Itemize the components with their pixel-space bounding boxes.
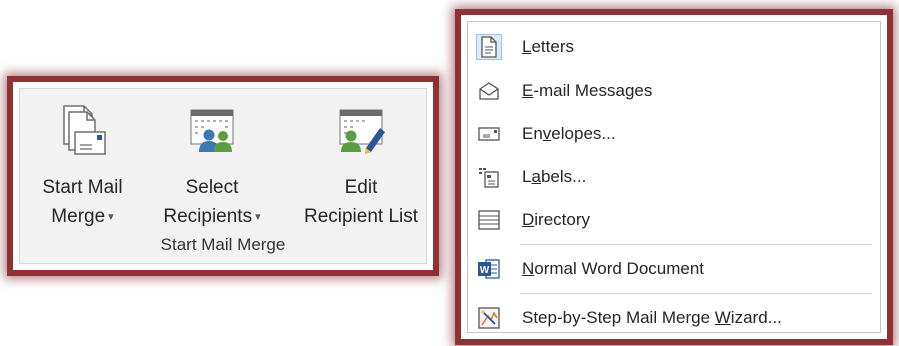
- menu-item-label: E-mail Messages: [522, 81, 653, 100]
- menu-item-email-messages[interactable]: E-mail Messages: [468, 70, 880, 112]
- select-recipients-button[interactable]: Select Recipients ▾: [142, 89, 282, 239]
- menu-item-mail-merge-wizard[interactable]: Step-by-Step Mail Merge Wizard...: [468, 297, 880, 339]
- edit-recipient-list-label-line2: Recipient List: [303, 206, 419, 227]
- email-envelope-icon: [476, 78, 502, 104]
- menu-separator: [520, 244, 872, 245]
- edit-recipient-list-button[interactable]: Edit Recipient List: [288, 89, 434, 239]
- select-recipients-icon: [187, 104, 237, 158]
- menu-item-labels[interactable]: Labels...: [468, 156, 880, 198]
- start-mail-merge-label-line2: Merge: [51, 206, 106, 227]
- edit-recipient-list-label-line1: Edit: [344, 177, 378, 198]
- start-mail-merge-button[interactable]: Start Mail Merge ▾: [30, 89, 135, 239]
- labels-icon: [476, 164, 502, 190]
- directory-list-icon: [476, 207, 502, 233]
- select-recipients-label-line1: Select: [185, 177, 239, 198]
- screenshot-canvas: Start Mail Merge ▾ Select Recipients ▾ E…: [0, 0, 899, 346]
- svg-text:W: W: [480, 265, 490, 276]
- group-label: Start Mail Merge: [160, 235, 286, 254]
- menu-highlight-frame: Letters E-mail Messages Envelopes... Lab…: [455, 9, 893, 345]
- start-mail-merge-group: Start Mail Merge ▾ Select Recipients ▾ E…: [19, 88, 427, 264]
- ribbon-highlight-frame: Start Mail Merge ▾ Select Recipients ▾ E…: [7, 76, 439, 276]
- menu-item-label: Envelopes...: [522, 124, 616, 143]
- dropdown-caret-icon: ▾: [255, 211, 261, 223]
- word-document-icon: W: [476, 256, 502, 282]
- start-mail-merge-icon: [58, 104, 108, 158]
- edit-recipient-list-icon: [336, 104, 386, 158]
- menu-item-label: Directory: [522, 210, 591, 229]
- menu-item-normal-word-document[interactable]: W Normal Word Document: [468, 248, 880, 290]
- letter-document-icon: [476, 34, 502, 60]
- select-recipients-label-line2: Recipients: [163, 206, 253, 227]
- menu-item-label: Step-by-Step Mail Merge Wizard...: [522, 308, 782, 327]
- menu-separator: [520, 293, 872, 294]
- menu-item-label: Letters: [522, 37, 574, 56]
- start-mail-merge-label-line1: Start Mail: [42, 177, 123, 198]
- wizard-icon: [476, 305, 502, 331]
- dropdown-caret-icon: ▾: [108, 211, 114, 223]
- menu-item-label: Normal Word Document: [522, 259, 705, 278]
- envelope-icon: [476, 121, 502, 147]
- menu-item-envelopes[interactable]: Envelopes...: [468, 113, 880, 155]
- menu-item-directory[interactable]: Directory: [468, 199, 880, 241]
- menu-item-letters[interactable]: Letters: [468, 26, 880, 68]
- start-mail-merge-menu: Letters E-mail Messages Envelopes... Lab…: [467, 21, 881, 333]
- menu-item-label: Labels...: [522, 167, 587, 186]
